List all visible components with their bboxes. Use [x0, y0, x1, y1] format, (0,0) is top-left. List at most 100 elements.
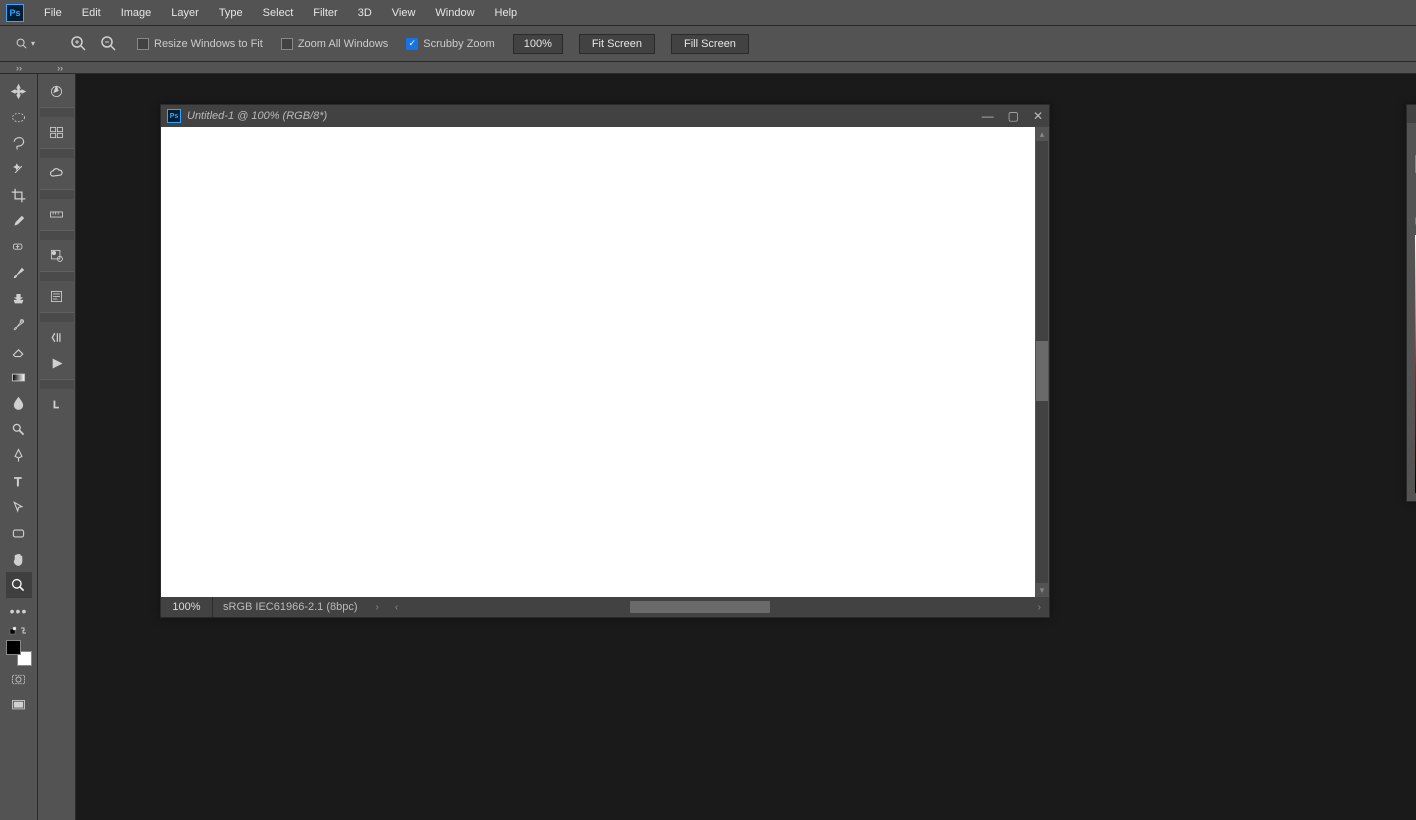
scroll-up-icon[interactable]: ▴: [1040, 127, 1045, 141]
foreground-background-colors[interactable]: [6, 640, 32, 666]
panel-divider: [40, 107, 74, 117]
expand-secondary-icon[interactable]: ››: [41, 62, 79, 74]
brush-tool[interactable]: [6, 260, 32, 286]
panel-expand-row: ›› ››: [0, 62, 1416, 74]
measure-panel-icon[interactable]: [44, 201, 70, 227]
menu-bar: Ps File Edit Image Layer Type Select Fil…: [0, 0, 1416, 26]
fit-screen-button[interactable]: Fit Screen: [579, 34, 655, 54]
document-titlebar[interactable]: Ps Untitled-1 @ 100% (RGB/8*) — ▢ ✕: [161, 105, 1049, 127]
checkbox-icon: [137, 38, 149, 50]
dropdown-caret-icon: ▾: [31, 39, 35, 48]
menu-3d[interactable]: 3D: [348, 3, 382, 23]
menu-help[interactable]: Help: [485, 3, 528, 23]
options-bar: ▾ Resize Windows to Fit Zoom All Windows…: [0, 26, 1416, 62]
path-selection-tool[interactable]: [6, 494, 32, 520]
play-panel-icon[interactable]: [44, 350, 70, 376]
foreground-color-swatch[interactable]: [6, 640, 21, 655]
navigator-panel-icon[interactable]: [44, 78, 70, 104]
panel-divider: [40, 379, 74, 389]
scroll-track[interactable]: [1036, 141, 1048, 583]
menu-edit[interactable]: Edit: [72, 3, 111, 23]
tool-preset-icon[interactable]: ▾: [15, 34, 35, 54]
healing-brush-tool[interactable]: [6, 234, 32, 260]
workspace-area: Ps Untitled-1 @ 100% (RGB/8*) — ▢ ✕ ▴ ▾ …: [76, 74, 1156, 820]
document-title: Untitled-1 @ 100% (RGB/8*): [187, 110, 982, 122]
panel-divider: [40, 271, 74, 281]
marquee-tool[interactable]: [6, 104, 32, 130]
scroll-thumb[interactable]: [1036, 341, 1048, 401]
maximize-icon[interactable]: ▢: [1008, 109, 1019, 123]
document-canvas[interactable]: [161, 127, 1035, 597]
swap-colors-icon[interactable]: [6, 624, 32, 638]
zoom-in-icon[interactable]: [69, 34, 89, 54]
eyedropper-tool[interactable]: [6, 208, 32, 234]
panel-divider: [40, 312, 74, 322]
menu-filter[interactable]: Filter: [303, 3, 347, 23]
footer-info-arrow-icon[interactable]: ›: [368, 602, 387, 613]
svg-text:T: T: [14, 474, 21, 488]
footer-color-profile[interactable]: sRGB IEC61966-2.1 (8bpc): [213, 601, 368, 613]
paragraph-panel-icon[interactable]: [44, 283, 70, 309]
menu-select[interactable]: Select: [253, 3, 304, 23]
clone-stamp-tool[interactable]: [6, 286, 32, 312]
lasso-tool[interactable]: [6, 130, 32, 156]
zoom-out-icon[interactable]: [99, 34, 119, 54]
scroll-down-icon[interactable]: ▾: [1040, 583, 1045, 597]
resize-windows-checkbox[interactable]: Resize Windows to Fit: [137, 38, 263, 50]
type-panel-icon[interactable]: L: [44, 391, 70, 417]
crop-tool[interactable]: [6, 182, 32, 208]
cloud-panel-icon[interactable]: [44, 160, 70, 186]
hand-tool[interactable]: [6, 546, 32, 572]
magic-wand-tool[interactable]: [6, 156, 32, 182]
scroll-right-icon[interactable]: ›: [1030, 602, 1049, 613]
menu-type[interactable]: Type: [209, 3, 253, 23]
blur-tool[interactable]: [6, 390, 32, 416]
menu-window[interactable]: Window: [425, 3, 484, 23]
type-tool[interactable]: T: [6, 468, 32, 494]
scroll-left-icon[interactable]: ‹: [387, 602, 406, 613]
color-panel: ‹‹ ✕ Color Swatches Histogram ≡ R #: [1406, 104, 1416, 502]
document-footer: 100% sRGB IEC61966-2.1 (8bpc) › ‹ ›: [161, 597, 1049, 617]
arrange-panel-icon[interactable]: [44, 119, 70, 145]
zoom-value-field[interactable]: 100%: [513, 34, 563, 54]
zoom-all-label: Zoom All Windows: [298, 38, 388, 50]
menu-file[interactable]: File: [34, 3, 72, 23]
vertical-scrollbar[interactable]: ▴ ▾: [1035, 127, 1049, 597]
expand-toolbar-icon[interactable]: ››: [0, 62, 38, 74]
screen-mode-tool[interactable]: [6, 692, 32, 718]
dodge-tool[interactable]: [6, 416, 32, 442]
panel-divider: [40, 230, 74, 240]
checkbox-checked-icon: [406, 38, 418, 50]
scrubby-zoom-checkbox[interactable]: Scrubby Zoom: [406, 38, 495, 50]
horizontal-scrollbar[interactable]: [410, 601, 1025, 613]
menu-image[interactable]: Image: [111, 3, 162, 23]
move-tool[interactable]: [6, 78, 32, 104]
svg-text:L: L: [53, 399, 59, 410]
edit-toolbar[interactable]: •••: [6, 598, 32, 624]
secondary-toolbar: L: [38, 74, 76, 820]
3d-panel-icon[interactable]: [44, 242, 70, 268]
zoom-all-checkbox[interactable]: Zoom All Windows: [281, 38, 388, 50]
document-window: Ps Untitled-1 @ 100% (RGB/8*) — ▢ ✕ ▴ ▾ …: [160, 104, 1050, 618]
menu-layer[interactable]: Layer: [161, 3, 209, 23]
gradient-tool[interactable]: [6, 364, 32, 390]
resize-windows-label: Resize Windows to Fit: [154, 38, 263, 50]
zoom-tool[interactable]: [6, 572, 32, 598]
tab-color[interactable]: Color: [1407, 123, 1416, 147]
actions-panel-icon[interactable]: [44, 324, 70, 350]
menu-view[interactable]: View: [382, 3, 426, 23]
checkbox-icon: [281, 38, 293, 50]
rectangle-tool[interactable]: [6, 520, 32, 546]
scroll-thumb[interactable]: [630, 601, 770, 613]
footer-zoom-field[interactable]: 100%: [161, 597, 213, 617]
close-icon[interactable]: ✕: [1033, 109, 1043, 123]
main-toolbar: T •••: [0, 74, 38, 820]
history-brush-tool[interactable]: [6, 312, 32, 338]
eraser-tool[interactable]: [6, 338, 32, 364]
pen-tool[interactable]: [6, 442, 32, 468]
fill-screen-button[interactable]: Fill Screen: [671, 34, 749, 54]
quick-mask-tool[interactable]: [6, 666, 32, 692]
minimize-icon[interactable]: —: [982, 109, 994, 123]
panel-divider: [40, 148, 74, 158]
color-panel-tabs: Color Swatches Histogram ≡: [1407, 123, 1416, 147]
